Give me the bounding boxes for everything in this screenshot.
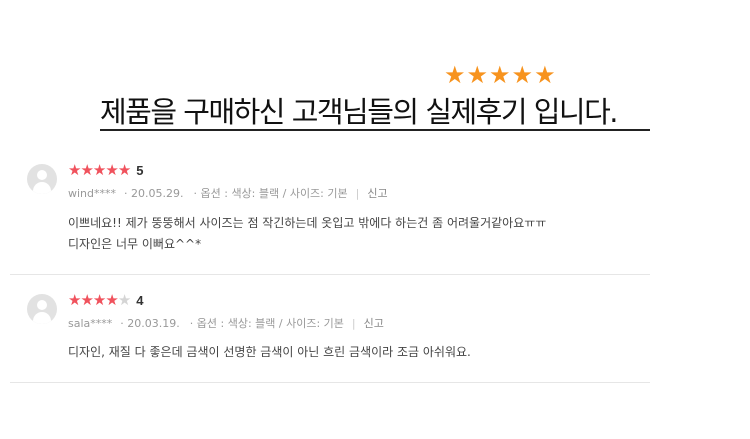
- page-title: 제품을 구매하신 고객님들의 실제후기 입니다.: [100, 95, 619, 129]
- avatar: [27, 294, 57, 324]
- star-icon: ★: [80, 291, 93, 309]
- rating-score: 4: [136, 292, 144, 308]
- review-item: ★ ★ ★ ★ ★ 4 sala**** · 20.03.19. · 옵션 : …: [10, 288, 650, 384]
- report-link[interactable]: 신고: [364, 315, 384, 331]
- star-icon: ★: [92, 291, 106, 309]
- star-icon: ★: [92, 161, 106, 179]
- star-icon: ★: [466, 61, 489, 89]
- star-icon: ★: [534, 61, 556, 89]
- review-text: 디자인, 재질 다 좋은데 금색이 선명한 금색이 아닌 흐린 금색이라 조금 …: [68, 342, 471, 363]
- reviewer-name: wind****: [68, 186, 117, 200]
- meta-separator: |: [351, 316, 356, 330]
- title-underline: [100, 129, 650, 131]
- review-meta: wind**** · 20.05.29. · 옵션 : 색상: 블랙 / 사이즈…: [68, 185, 388, 201]
- reviewer-name: sala****: [68, 316, 113, 330]
- star-icon: ★: [117, 161, 131, 179]
- star-empty-icon: ★: [117, 291, 131, 309]
- star-icon: ★: [444, 61, 466, 89]
- meta-separator: |: [355, 186, 360, 200]
- star-icon: ★: [68, 291, 81, 309]
- user-icon: [37, 300, 47, 310]
- rating-score: 5: [136, 162, 144, 178]
- review-item: ★ ★ ★ ★ ★ 5 wind**** · 20.05.29. · 옵션 : …: [10, 158, 650, 275]
- star-icon: ★: [80, 161, 93, 179]
- review-text: 이쁘네요!! 제가 뚱뚱해서 사이즈는 점 작긴하는데 옷입고 밖에다 하는건 …: [68, 213, 546, 255]
- review-date: · 20.05.29.: [124, 186, 184, 200]
- hero-rating-stars: ★ ★ ★ ★ ★: [444, 63, 556, 87]
- star-icon: ★: [68, 161, 81, 179]
- user-icon: [37, 170, 47, 180]
- review-rating: ★ ★ ★ ★ ★ 5: [68, 162, 144, 178]
- star-icon: ★: [511, 61, 534, 89]
- avatar: [27, 164, 57, 194]
- review-date: · 20.03.19.: [120, 316, 180, 330]
- review-rating: ★ ★ ★ ★ ★ 4: [68, 292, 144, 308]
- review-divider: [10, 382, 650, 383]
- review-options: · 옵션 : 색상: 블랙 / 사이즈: 기본: [193, 187, 348, 200]
- review-options: · 옵션 : 색상: 블랙 / 사이즈: 기본: [189, 317, 344, 330]
- report-link[interactable]: 신고: [367, 185, 387, 201]
- review-divider: [10, 274, 650, 275]
- review-text-line: 이쁘네요!! 제가 뚱뚱해서 사이즈는 점 작긴하는데 옷입고 밖에다 하는건 …: [68, 216, 547, 230]
- star-icon: ★: [489, 61, 511, 89]
- review-meta: sala**** · 20.03.19. · 옵션 : 색상: 블랙 / 사이즈…: [68, 315, 384, 331]
- star-icon: ★: [105, 291, 118, 309]
- review-text-line: 디자인은 너무 이뻐요^^*: [68, 237, 202, 251]
- star-icon: ★: [105, 161, 118, 179]
- review-text-line: 디자인, 재질 다 좋은데 금색이 선명한 금색이 아닌 흐린 금색이라 조금 …: [68, 345, 471, 359]
